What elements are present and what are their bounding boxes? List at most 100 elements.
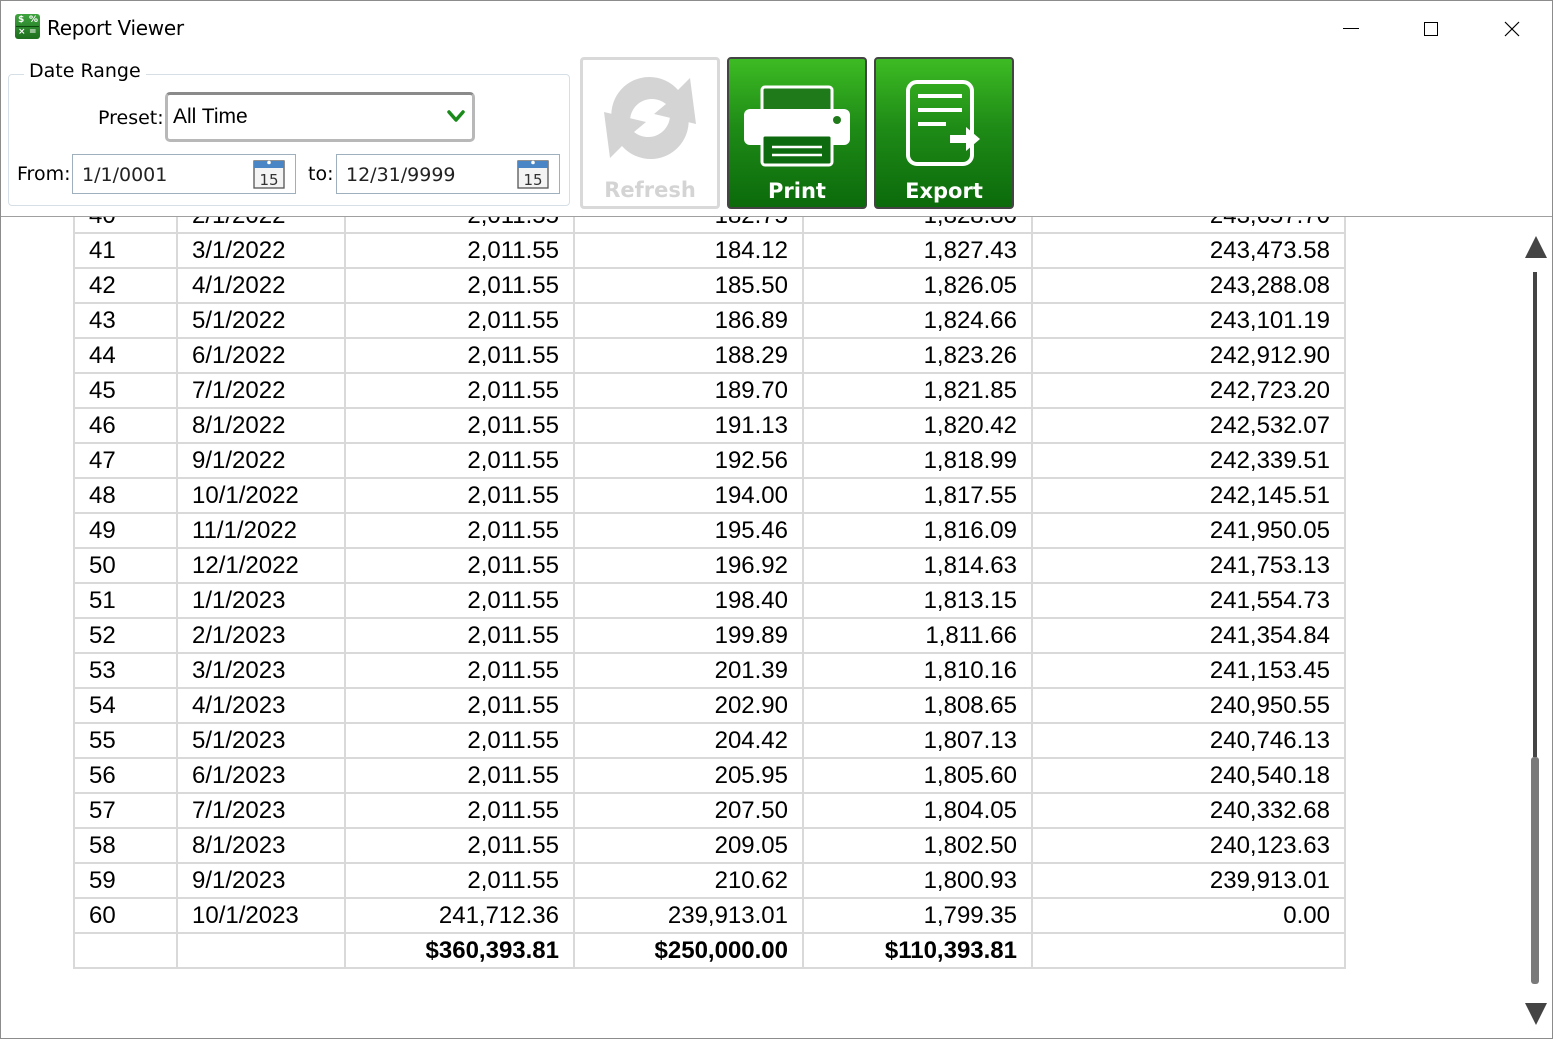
cell-principal: 195.46	[573, 512, 804, 549]
to-date-input[interactable]: 12/31/9999	[346, 164, 456, 186]
cell-principal: 207.50	[573, 792, 804, 829]
cell-interest: 1,808.65	[802, 687, 1033, 724]
cell-number: 43	[73, 302, 178, 339]
cell-payment: 2,011.55	[344, 302, 575, 339]
cell-payment: 2,011.55	[344, 547, 575, 584]
close-icon	[1504, 21, 1520, 36]
cell-number: 60	[73, 897, 178, 934]
cell-principal: 196.92	[573, 547, 804, 584]
cell-balance: 0.00	[1031, 897, 1346, 934]
close-button[interactable]	[1472, 1, 1552, 56]
cell-principal: 204.42	[573, 722, 804, 759]
cell-interest: 1,828.80	[802, 217, 1033, 234]
cell-date: 5/1/2023	[176, 722, 346, 759]
table-row: 52 2/1/2023 2,011.55 199.89 1,811.66 241,354.…	[73, 617, 1346, 654]
cell-interest: 1,804.05	[802, 792, 1033, 829]
minimize-button[interactable]	[1311, 1, 1391, 56]
cell-number: 54	[73, 687, 178, 724]
cell-interest: 1,820.42	[802, 407, 1033, 444]
cell-date: 11/1/2022	[176, 512, 346, 549]
cell-date: 2/1/2023	[176, 617, 346, 654]
cell-number: 58	[73, 827, 178, 864]
cell-payment: 2,011.55	[344, 617, 575, 654]
cell-interest: 1,807.13	[802, 722, 1033, 759]
svg-text:15: 15	[259, 171, 278, 189]
cell-interest: 1,811.66	[802, 617, 1033, 654]
cell-number: 40	[73, 217, 178, 234]
cell-payment: 2,011.55	[344, 757, 575, 794]
cell-principal: 185.50	[573, 267, 804, 304]
preset-dropdown[interactable]: All Time	[165, 92, 475, 142]
cell-balance: 240,332.68	[1031, 792, 1346, 829]
to-label: to:	[308, 163, 334, 185]
cell-payment: 2,011.55	[344, 512, 575, 549]
cell-number: 59	[73, 862, 178, 899]
totals-row: $360,393.81 $250,000.00 $110,393.81	[73, 932, 1346, 969]
maximize-icon	[1424, 21, 1438, 36]
cell-payment: 2,011.55	[344, 652, 575, 689]
cell-payment: 2,011.55	[344, 862, 575, 899]
cell-date	[176, 932, 346, 969]
cell-interest: 1,826.05	[802, 267, 1033, 304]
table-row: 47 9/1/2022 2,011.55 192.56 1,818.99 242,339.…	[73, 442, 1346, 479]
vertical-scrollbar[interactable]	[1516, 217, 1552, 1038]
cell-principal: 188.29	[573, 337, 804, 374]
calendar-icon[interactable]: 15	[517, 159, 549, 189]
to-date-picker[interactable]: 12/31/9999 15	[336, 154, 560, 194]
printer-icon	[744, 85, 850, 167]
cell-date: 7/1/2022	[176, 372, 346, 409]
cell-payment: 2,011.55	[344, 827, 575, 864]
cell-date: 7/1/2023	[176, 792, 346, 829]
cell-payment: 2,011.55	[344, 687, 575, 724]
cell-payment: 2,011.55	[344, 442, 575, 479]
cell-payment: 2,011.55	[344, 792, 575, 829]
cell-balance: 239,913.01	[1031, 862, 1346, 899]
refresh-button[interactable]: Refresh	[580, 57, 720, 209]
scroll-down-arrow-icon[interactable]	[1525, 1003, 1547, 1025]
cell-balance: 242,532.07	[1031, 407, 1346, 444]
export-button[interactable]: Export	[874, 57, 1014, 209]
cell-payment: 241,712.36	[344, 897, 575, 934]
print-button[interactable]: Print	[727, 57, 867, 209]
cell-payment: 2,011.55	[344, 407, 575, 444]
date-range-group: Date Range Preset: All Time From: 1/1/00…	[8, 60, 570, 206]
cell-number	[73, 932, 178, 969]
refresh-icon	[604, 76, 696, 160]
cell-principal: 198.40	[573, 582, 804, 619]
cell-number: 50	[73, 547, 178, 584]
preset-label: Preset:	[98, 107, 164, 129]
cell-payment: 2,011.55	[344, 337, 575, 374]
from-date-picker[interactable]: 1/1/0001 15	[72, 154, 296, 194]
cell-balance: 243,657.70	[1031, 217, 1346, 234]
calculator-app-icon: $% × =	[15, 14, 40, 39]
scroll-up-arrow-icon[interactable]	[1525, 236, 1547, 258]
cell-principal: 184.12	[573, 232, 804, 269]
cell-number: 47	[73, 442, 178, 479]
table-row: 46 8/1/2022 2,011.55 191.13 1,820.42 242,532.…	[73, 407, 1346, 444]
cell-number: 53	[73, 652, 178, 689]
cell-balance	[1031, 932, 1346, 969]
cell-balance: 240,540.18	[1031, 757, 1346, 794]
table-row: 49 11/1/2022 2,011.55 195.46 1,816.09 241,950…	[73, 512, 1346, 549]
maximize-button[interactable]	[1391, 1, 1471, 56]
cell-number: 49	[73, 512, 178, 549]
cell-number: 48	[73, 477, 178, 514]
cell-principal: $250,000.00	[573, 932, 804, 969]
table-row: 44 6/1/2022 2,011.55 188.29 1,823.26 242,912.…	[73, 337, 1346, 374]
table-row: 51 1/1/2023 2,011.55 198.40 1,813.15 241,554.…	[73, 582, 1346, 619]
from-date-input[interactable]: 1/1/0001	[82, 164, 167, 186]
cell-principal: 239,913.01	[573, 897, 804, 934]
cell-date: 8/1/2023	[176, 827, 346, 864]
table-row: 55 5/1/2023 2,011.55 204.42 1,807.13 240,746.…	[73, 722, 1346, 759]
scrollbar-track[interactable]	[1533, 272, 1537, 757]
cell-date: 3/1/2022	[176, 232, 346, 269]
cell-interest: 1,821.85	[802, 372, 1033, 409]
title-bar: $% × = Report Viewer	[1, 1, 1552, 56]
scrollbar-thumb[interactable]	[1531, 757, 1539, 984]
cell-payment: $360,393.81	[344, 932, 575, 969]
cell-principal: 199.89	[573, 617, 804, 654]
cell-balance: 240,950.55	[1031, 687, 1346, 724]
table-row: 50 12/1/2022 2,011.55 196.92 1,814.63 241,753…	[73, 547, 1346, 584]
cell-balance: 243,288.08	[1031, 267, 1346, 304]
calendar-icon[interactable]: 15	[253, 159, 285, 189]
